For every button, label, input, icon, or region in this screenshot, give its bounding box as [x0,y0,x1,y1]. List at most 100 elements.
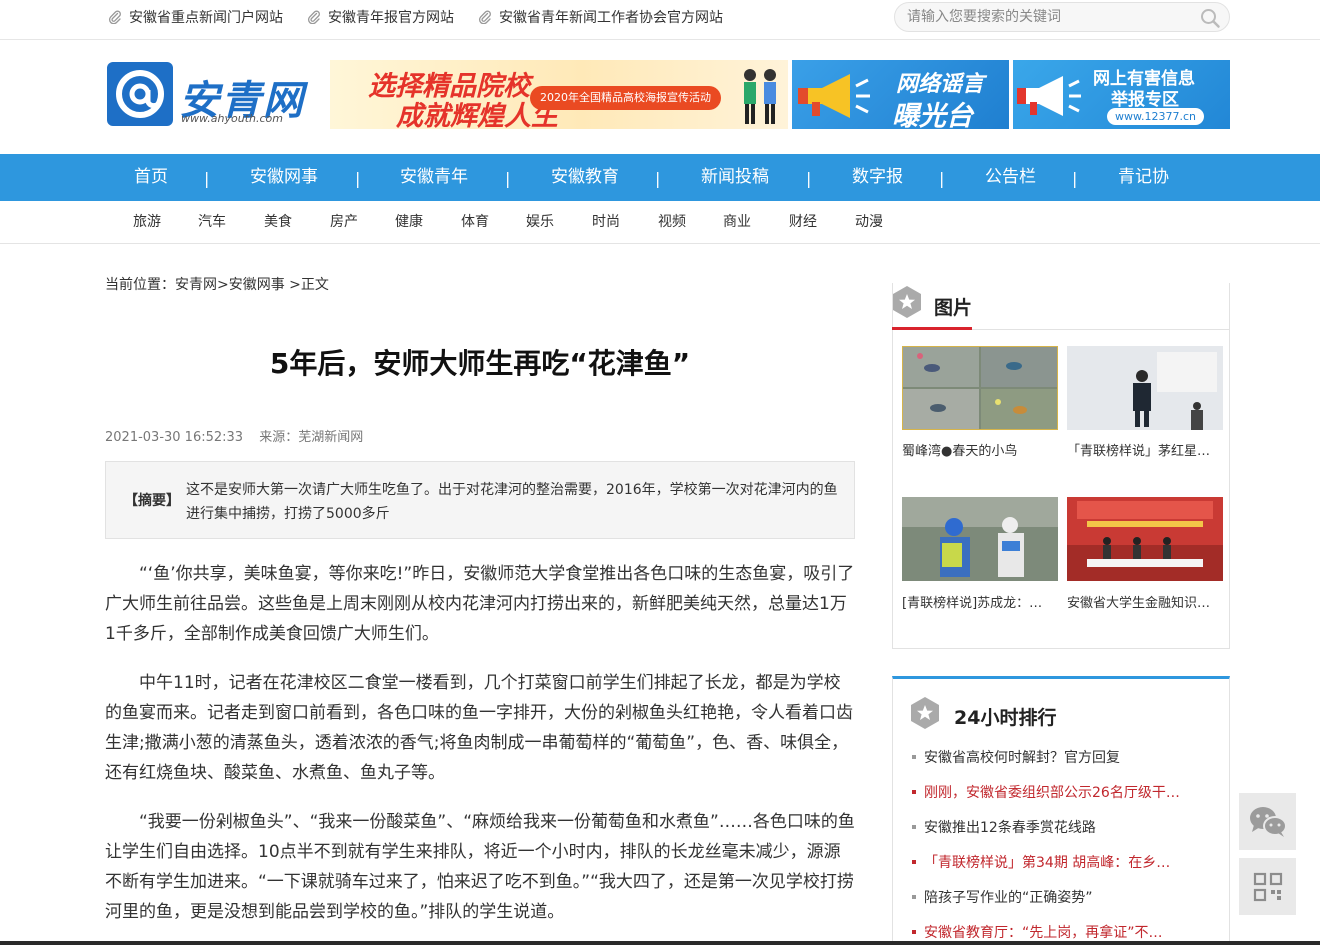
paperclip-icon [478,10,491,24]
article-paragraph: 中午11时，记者在花津校区二食堂一楼看到，几个打菜窗口前学生们排起了长龙，都是为… [105,673,853,783]
thumbnail-caption[interactable]: 安徽省大学生金融知识… [1067,592,1223,611]
banner-college-poster[interactable]: 选择精品院校 成就辉煌人生 2020年全国精品高校海报宣传活动 [330,60,788,129]
event-photo-icon [1067,497,1223,581]
top-link-journalist-assoc[interactable]: 安徽省青年新闻工作者协会官方网站 [478,7,723,27]
subnav-item-travel[interactable]: 旅游 [133,201,161,244]
top-link-label: 安徽省重点新闻门户网站 [129,10,283,26]
search-icon[interactable] [1199,7,1221,29]
banner-line2: 曝光台 [892,101,973,129]
paperclip-icon [307,10,320,24]
top-bar: 安徽省重点新闻门户网站 安徽青年报官方网站 安徽省青年新闻工作者协会官方网站 [0,0,1320,40]
banner-tag: 2020年全国精品高校海报宣传活动 [530,86,721,110]
thumbnail-speaker[interactable] [1067,346,1223,430]
banner-url: www.12377.cn [1107,108,1204,125]
summary-tag: 【摘要】 [124,493,180,509]
thumbnail-finance-contest[interactable] [1067,497,1223,581]
search-input[interactable] [907,7,1187,27]
subnav-item-auto[interactable]: 汽车 [198,201,226,244]
nav-item-digital-paper[interactable]: 数字报 [852,154,903,201]
megaphone-icon [1017,76,1081,116]
bullet-icon [912,790,916,794]
star-badge-icon [893,286,921,318]
article-meta: 2021-03-30 16:52:33 来源：芜湖新闻网 [105,426,375,445]
rank-item-text: 安徽推出12条春季赏花线路 [924,820,1096,836]
sidebar-pictures-title: 图片 [934,297,973,319]
subnav-item-housing[interactable]: 房产 [330,201,358,244]
bottom-strip [0,941,1320,945]
nav-item-anhui-youth[interactable]: 安徽青年 [400,154,468,201]
subnav-item-business[interactable]: 商业 [723,201,751,244]
top-links: 安徽省重点新闻门户网站 安徽青年报官方网站 安徽省青年新闻工作者协会官方网站 [108,0,747,34]
sidebar-header-accent [892,327,972,330]
article-date: 2021-03-30 16:52:33 [105,430,244,445]
article-source: 来源：芜湖新闻网 [259,430,364,445]
speaker-photo-icon [1067,346,1223,430]
top-link-news-portal[interactable]: 安徽省重点新闻门户网站 [108,7,283,27]
bird-photo-icon [902,346,1058,430]
breadcrumb: 当前位置：安青网>安徽网事 >正文 [105,277,329,293]
bullet-icon [912,930,916,934]
nav-separator: | [505,169,511,188]
thumbnail-birds[interactable] [902,346,1058,430]
rank-item[interactable]: 刚刚，安徽省委组织部公示26名厅级干… [912,782,1202,802]
subnav-item-health[interactable]: 健康 [395,201,423,244]
star-badge-icon [911,697,939,729]
rank-item-text: 陪孩子写作业的“正确姿势” [924,890,1093,906]
rank-item-text: 「青联榜样说」第34期 胡高峰：在乡… [924,855,1171,871]
bullet-icon [912,860,916,864]
subnav-item-sports[interactable]: 体育 [461,201,489,244]
qr-code-button[interactable] [1239,858,1296,915]
article-summary: 【摘要】 这不是安师大第一次请广大师生吃鱼了。出于对花津河的整治需要，2016年… [105,461,855,539]
article-paragraph: “‘鱼’你共享，美味鱼宴，等你来吃!”昨日，安徽师范大学食堂推出各色口味的生态鱼… [105,564,855,644]
thumbnail-caption[interactable]: [青联榜样说]苏成龙：… [902,592,1058,611]
sidebar-rank-title: 24小时排行 [954,707,1057,729]
subnav-item-finance[interactable]: 财经 [789,201,817,244]
wechat-icon [1249,806,1287,837]
rescue-photo-icon [902,497,1058,581]
subnav-item-fashion[interactable]: 时尚 [592,201,620,244]
bullet-icon [912,895,916,899]
subnav-item-food[interactable]: 美食 [264,201,292,244]
article-paragraph: “我要一份剁椒鱼头”、“我来一份酸菜鱼”、“麻烦给我来一份葡萄鱼和水煮鱼”……各… [105,812,855,922]
wechat-share-button[interactable] [1239,793,1296,850]
bullet-icon [912,825,916,829]
rank-item[interactable]: 安徽省高校何时解封？官方回复 [912,747,1202,767]
sub-nav: 旅游 汽车 美食 房产 健康 体育 娱乐 时尚 视频 商业 财经 动漫 [0,201,1320,244]
qr-code-icon [1253,872,1282,901]
rank-item[interactable]: 安徽省教育厅：“先上岗，再拿证”不… [912,922,1202,942]
top-link-label: 安徽青年报官方网站 [328,10,454,26]
rank-item[interactable]: 陪孩子写作业的“正确姿势” [912,887,1202,907]
students-illustration-icon [744,69,776,124]
rank-item[interactable]: 安徽推出12条春季赏花线路 [912,817,1202,837]
nav-separator: | [355,169,361,188]
paperclip-icon [108,10,121,24]
thumbnail-caption[interactable]: 蜀峰湾●春天的小鸟 [902,440,1058,459]
rank-item-text: 安徽省高校何时解封？官方回复 [924,750,1120,766]
nav-item-anhui-affairs[interactable]: 安徽网事 [250,154,318,201]
nav-item-news-submit[interactable]: 新闻投稿 [701,154,769,201]
rank-item[interactable]: 「青联榜样说」第34期 胡高峰：在乡… [912,852,1202,872]
banner-line2: 举报专区 [1111,90,1179,110]
banner-rumor-exposure[interactable]: 网络谣言 曝光台 [792,60,1009,129]
site-logo[interactable]: 安青网 www.ahyouth.com [107,60,303,128]
subnav-item-entertainment[interactable]: 娱乐 [526,201,554,244]
nav-separator: | [1072,169,1078,188]
nav-separator: | [204,169,210,188]
top-link-youth-paper[interactable]: 安徽青年报官方网站 [307,7,454,27]
nav-separator: | [939,169,945,188]
subnav-item-anime[interactable]: 动漫 [855,201,883,244]
banner-harmful-info-report[interactable]: 网上有害信息 举报专区 www.12377.cn [1013,60,1230,129]
nav-separator: | [806,169,812,188]
subnav-item-video[interactable]: 视频 [658,201,686,244]
nav-separator: | [655,169,661,188]
main-nav: 首页 | 安徽网事 | 安徽青年 | 安徽教育 | 新闻投稿 | 数字报 | 公… [0,154,1320,201]
bullet-icon [912,755,916,759]
nav-item-home[interactable]: 首页 [134,154,168,201]
nav-item-journalist-assoc[interactable]: 青记协 [1118,154,1169,201]
nav-item-anhui-education[interactable]: 安徽教育 [551,154,619,201]
thumbnail-rescue-worker[interactable] [902,497,1058,581]
article-title: 5年后，安师大师生再吃“花津鱼” [269,347,691,380]
thumbnail-caption[interactable]: 「青联榜样说」茅红星… [1067,440,1223,459]
nav-item-notice-board[interactable]: 公告栏 [985,154,1036,201]
search-box [894,2,1230,32]
